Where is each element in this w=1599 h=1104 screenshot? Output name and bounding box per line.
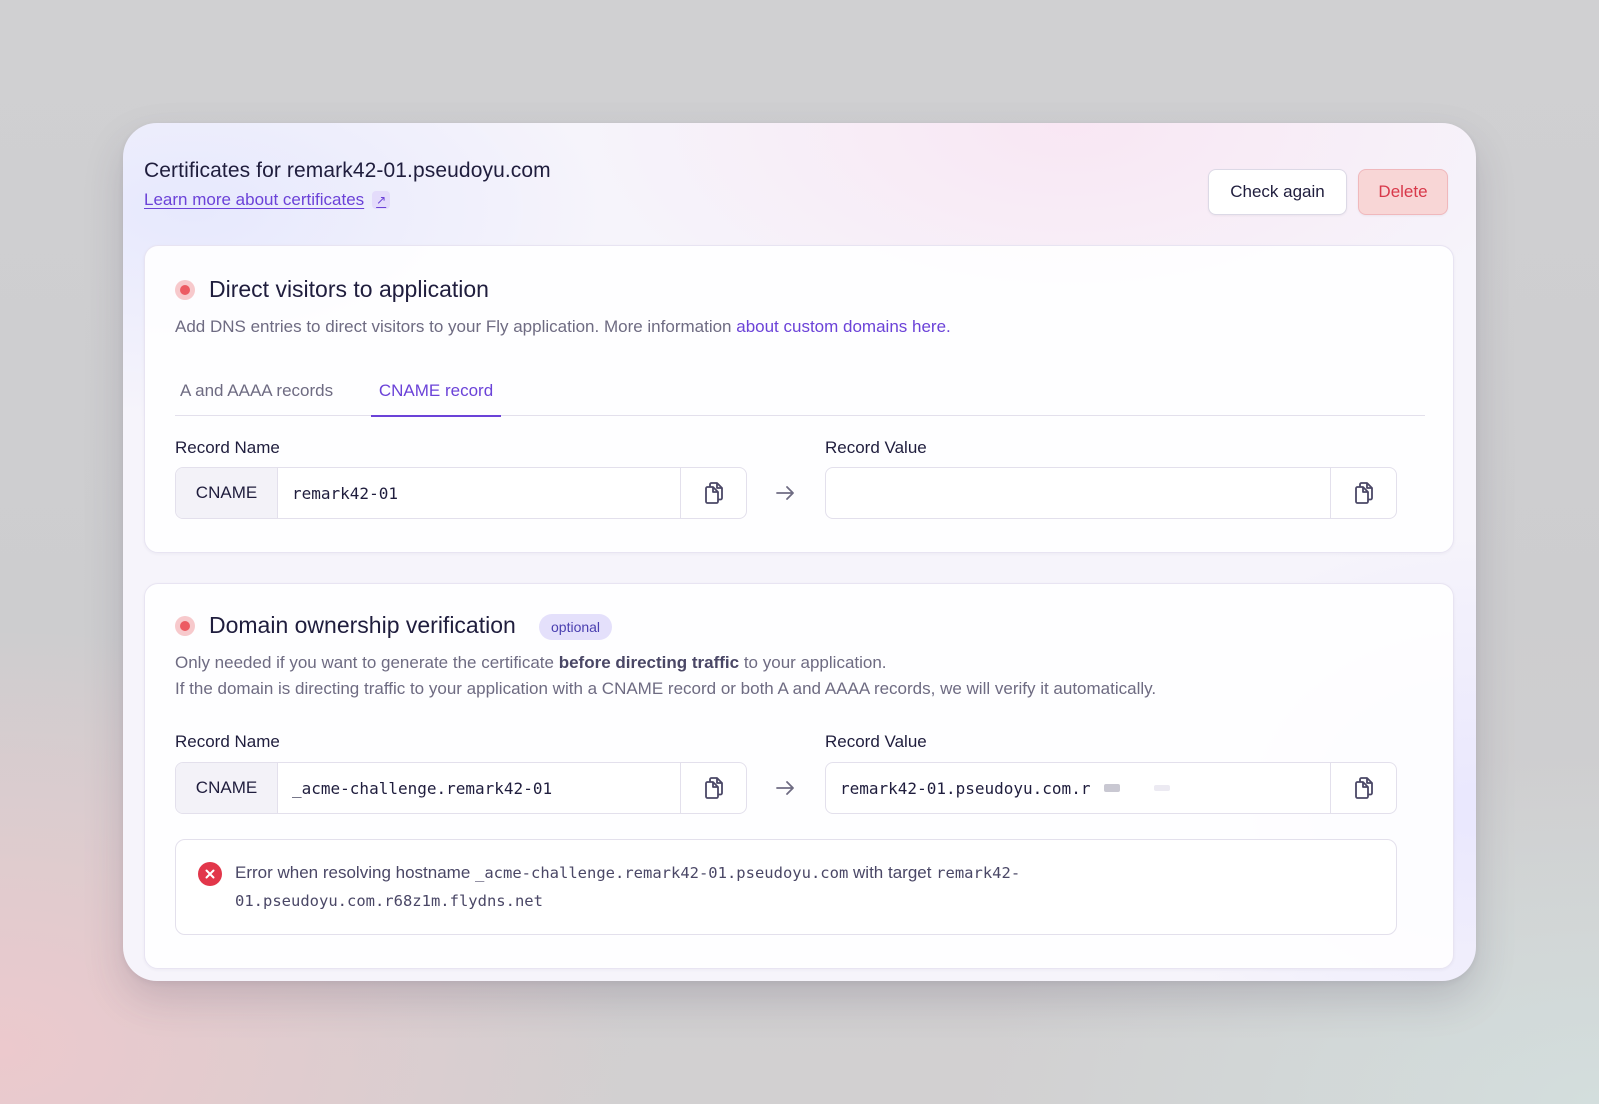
- direct-visitors-title: Direct visitors to application: [209, 276, 489, 302]
- copy-button[interactable]: [680, 763, 746, 813]
- error-hostname: _acme-challenge.remark42-01.pseudoyu.com: [475, 864, 849, 882]
- record-value-field: remark42-01.pseudoyu.com.r: [825, 762, 1397, 814]
- learn-more-label: Learn more about certificates: [144, 190, 365, 209]
- direct-visitors-description: Add DNS entries to direct visitors to yo…: [175, 314, 951, 340]
- record-value-label: Record Value: [825, 438, 927, 457]
- record-value-text: remark42-01.pseudoyu.com.r: [840, 778, 1091, 798]
- record-name-input[interactable]: _acme-challenge.remark42-01: [278, 763, 680, 813]
- record-value-input[interactable]: remark42-01.pseudoyu.com.r: [826, 763, 1330, 813]
- description-text: Add DNS entries to direct visitors to yo…: [175, 317, 737, 336]
- tab-cname-record[interactable]: CNAME record: [371, 366, 501, 417]
- record-type-prefix: CNAME: [176, 763, 278, 813]
- arrow-right-icon: [773, 776, 797, 800]
- copy-icon: [704, 482, 723, 504]
- record-name-label: Record Name: [175, 732, 280, 751]
- line1-start: Only needed if you want to generate the …: [175, 653, 559, 672]
- error-message: Error when resolving hostname _acme-chal…: [235, 859, 1115, 915]
- description-line-1: Only needed if you want to generate the …: [175, 650, 1156, 676]
- copy-button[interactable]: [1330, 763, 1396, 813]
- record-value-field: [825, 467, 1397, 519]
- learn-more-link[interactable]: Learn more about certificates ↗: [144, 190, 391, 210]
- external-link-icon: ↗: [372, 191, 391, 209]
- copy-icon: [1354, 482, 1373, 504]
- copy-icon: [1354, 777, 1373, 799]
- optional-badge: optional: [539, 614, 613, 640]
- status-dot-icon: [175, 280, 195, 300]
- description-line-2: If the domain is directing traffic to yo…: [175, 679, 1157, 698]
- error-prefix: Error when resolving hostname: [235, 863, 476, 882]
- line1-emphasis: before directing traffic: [558, 653, 740, 672]
- copy-button[interactable]: [1330, 468, 1396, 518]
- custom-domains-link[interactable]: about custom domains here.: [736, 317, 951, 336]
- delete-button[interactable]: Delete: [1358, 169, 1448, 215]
- direct-visitors-card: Direct visitors to application Add DNS e…: [144, 245, 1454, 553]
- error-target-line-1: remark42-: [936, 864, 1021, 882]
- record-value-label: Record Value: [825, 732, 927, 751]
- redacted-block: [1154, 785, 1171, 791]
- record-name-input[interactable]: remark42-01: [278, 468, 680, 518]
- domain-ownership-title: Domain ownership verification: [209, 612, 516, 638]
- error-target-line-2: 01.pseudoyu.com.r68z1m.flydns.net: [235, 892, 543, 910]
- arrow-right-icon: [773, 481, 797, 505]
- domain-ownership-description: Only needed if you want to generate the …: [175, 650, 1156, 702]
- line1-end: to your application.: [739, 653, 887, 672]
- page-title: Certificates for remark42-01.pseudoyu.co…: [144, 159, 551, 182]
- copy-icon: [704, 777, 723, 799]
- record-name-field: CNAME remark42-01: [175, 467, 747, 519]
- record-type-prefix: CNAME: [176, 468, 278, 518]
- error-x-icon: [198, 862, 222, 886]
- certificates-panel: Certificates for remark42-01.pseudoyu.co…: [123, 123, 1476, 981]
- redacted-block: [1104, 784, 1121, 792]
- record-name-label: Record Name: [175, 438, 280, 457]
- tab-a-aaaa-records[interactable]: A and AAAA records: [175, 366, 355, 416]
- domain-ownership-card: Domain ownership verification optional O…: [144, 583, 1454, 969]
- error-middle: with target: [848, 863, 937, 882]
- error-message-box: Error when resolving hostname _acme-chal…: [175, 839, 1397, 935]
- record-value-input[interactable]: [826, 468, 1330, 518]
- check-again-button[interactable]: Check again: [1208, 169, 1347, 215]
- record-name-field: CNAME _acme-challenge.remark42-01: [175, 762, 747, 814]
- status-dot-icon: [175, 616, 195, 636]
- copy-button[interactable]: [680, 468, 746, 518]
- record-tabs: A and AAAA records CNAME record: [175, 366, 1425, 417]
